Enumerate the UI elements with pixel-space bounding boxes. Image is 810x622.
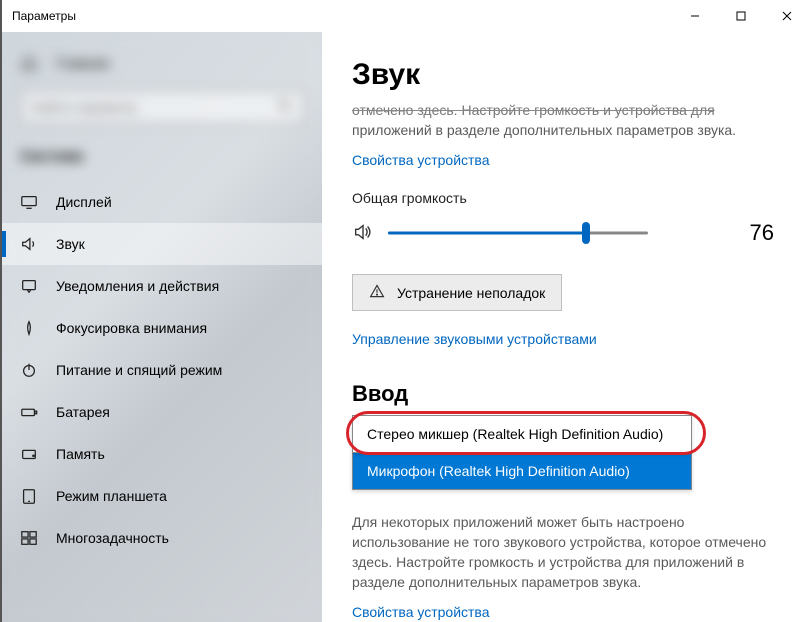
volume-row: 76 <box>352 220 780 246</box>
warning-icon <box>369 283 385 302</box>
sound-icon <box>20 235 38 253</box>
sidebar-item-label: Дисплей <box>56 194 112 210</box>
titlebar: Параметры <box>2 0 810 32</box>
sidebar-item-focus[interactable]: Фокусировка внимания <box>2 307 322 349</box>
search-input-container[interactable] <box>20 90 304 124</box>
device-properties-link[interactable]: Свойства устройства <box>352 152 490 168</box>
minimize-button[interactable] <box>672 0 718 32</box>
volume-value: 76 <box>750 220 780 246</box>
focus-icon <box>20 319 38 337</box>
window-controls <box>672 0 810 32</box>
device-properties-link-2[interactable]: Свойства устройства <box>352 604 490 620</box>
tablet-icon <box>20 487 38 505</box>
search-input[interactable] <box>31 99 277 115</box>
sidebar-item-label: Память <box>56 446 105 462</box>
volume-label: Общая громкость <box>352 190 780 206</box>
sidebar-item-sound[interactable]: Звук <box>2 223 322 265</box>
dropdown-option-microphone[interactable]: Микрофон (Realtek High Definition Audio) <box>352 453 692 490</box>
input-desc: Для некоторых приложений может быть наст… <box>352 512 772 592</box>
manage-devices-link[interactable]: Управление звуковыми устройствами <box>352 331 597 347</box>
notifications-icon <box>20 277 38 295</box>
volume-slider[interactable] <box>388 221 648 245</box>
home-icon <box>20 54 38 72</box>
nav-list: Дисплей Звук Уведомления и действия Фоку… <box>2 181 322 559</box>
sidebar-item-label: Многозадачность <box>56 530 169 546</box>
volume-icon <box>352 221 374 246</box>
troubleshoot-button[interactable]: Устранение неполадок <box>352 274 562 311</box>
sidebar-item-battery[interactable]: Батарея <box>2 391 322 433</box>
sidebar-item-tablet[interactable]: Режим планшета <box>2 475 322 517</box>
storage-icon <box>20 445 38 463</box>
search-icon <box>277 98 293 117</box>
sidebar: Главная Система Дисплей Звук <box>2 32 322 622</box>
sidebar-item-label: Уведомления и действия <box>56 278 219 294</box>
sidebar-item-label: Батарея <box>56 404 110 420</box>
power-icon <box>20 361 38 379</box>
dropdown-option-stereo-mixer[interactable]: Стерео микшер (Realtek High Definition A… <box>352 415 692 453</box>
multitask-icon <box>20 529 38 547</box>
page-title: Звук <box>352 58 780 92</box>
battery-icon <box>20 403 38 421</box>
output-desc-truncated: отмечено здесь. Настройте громкость и ус… <box>352 100 780 140</box>
input-heading: Ввод <box>352 381 780 407</box>
sidebar-item-label: Режим планшета <box>56 488 167 504</box>
sidebar-item-label: Фокусировка внимания <box>56 320 207 336</box>
sidebar-home-label: Главная <box>56 55 109 71</box>
sidebar-section-label: Система <box>2 138 322 181</box>
sidebar-item-display[interactable]: Дисплей <box>2 181 322 223</box>
close-button[interactable] <box>764 0 810 32</box>
sidebar-item-power[interactable]: Питание и спящий режим <box>2 349 322 391</box>
sidebar-item-label: Звук <box>56 236 85 252</box>
maximize-button[interactable] <box>718 0 764 32</box>
display-icon <box>20 193 38 211</box>
main-content: Звук отмечено здесь. Настройте громкость… <box>322 32 810 622</box>
window-title: Параметры <box>12 9 76 23</box>
troubleshoot-label: Устранение неполадок <box>397 285 545 301</box>
sidebar-home[interactable]: Главная <box>2 46 322 84</box>
sidebar-item-storage[interactable]: Память <box>2 433 322 475</box>
input-device-dropdown[interactable]: Стерео микшер (Realtek High Definition A… <box>352 415 692 490</box>
sidebar-item-notifications[interactable]: Уведомления и действия <box>2 265 322 307</box>
sidebar-item-label: Питание и спящий режим <box>56 362 222 378</box>
sidebar-item-multitask[interactable]: Многозадачность <box>2 517 322 559</box>
